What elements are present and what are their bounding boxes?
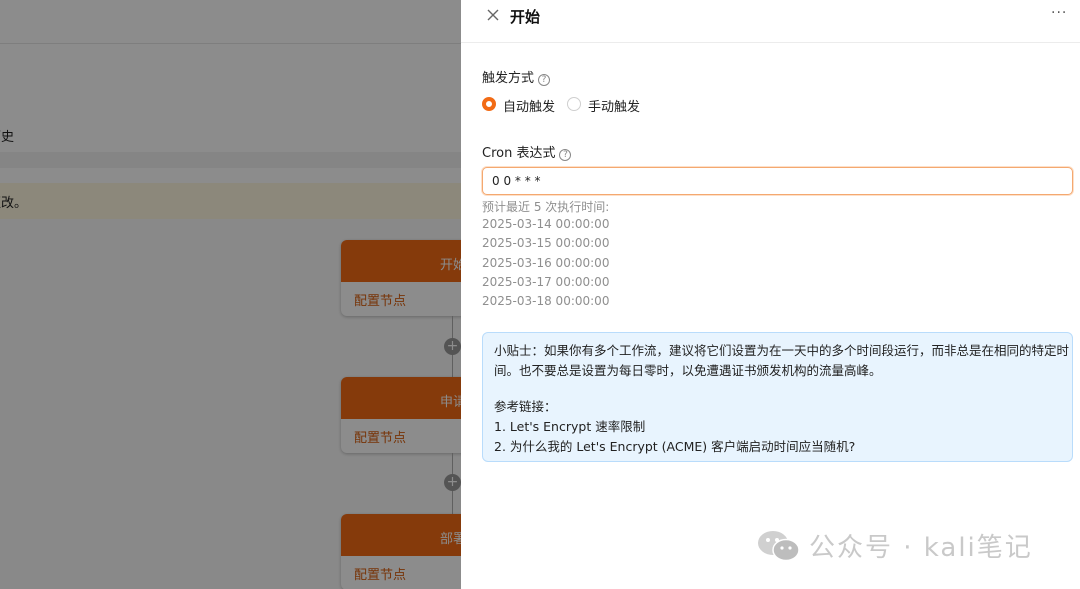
radio-dot[interactable] — [567, 97, 581, 111]
preview-time: 2025-03-14 00:00:00 — [482, 217, 610, 231]
node-config-drawer: 开始 ··· 触发方式? 自动触发 手动触发 Cron 表达式? 预计最近 5 … — [461, 0, 1080, 589]
preview-time: 2025-03-15 00:00:00 — [482, 236, 610, 250]
radio-dot-checked[interactable] — [482, 97, 496, 111]
trigger-field-label: 触发方式? — [482, 67, 551, 86]
watermark-text: 公众号 · kali笔记 — [809, 533, 1033, 563]
preview-time: 2025-03-16 00:00:00 — [482, 256, 610, 270]
cron-field-label: Cron 表达式? — [482, 142, 572, 161]
cron-expression-input[interactable] — [482, 167, 1073, 195]
preview-time: 2025-03-17 00:00:00 — [482, 275, 610, 289]
links-heading: 参考链接： — [494, 399, 557, 414]
tip-box: 小贴士：如果你有多个工作流，建议将它们设置为在一天中的多个时间段运行，而非总是在… — [482, 332, 1073, 462]
tip-text: 小贴士：如果你有多个工作流，建议将它们设置为在一天中的多个时间段运行，而非总是在… — [494, 343, 1070, 358]
link-rate-limits[interactable]: 1. Let's Encrypt 速率限制 — [494, 417, 1062, 437]
tip-text: 间。也不要总是设置为每日零时，以免遭遇证书颁发机构的流量高峰。 — [494, 363, 882, 378]
link-random-start-time[interactable]: 2. 为什么我的 Let's Encrypt (ACME) 客户端启动时间应当随… — [494, 437, 1062, 457]
drawer-mask[interactable] — [0, 0, 461, 589]
trigger-label-text: 触发方式 — [482, 71, 535, 86]
help-icon[interactable]: ? — [538, 74, 551, 86]
preview-time: 2025-03-18 00:00:00 — [482, 294, 610, 308]
more-icon[interactable]: ··· — [1051, 5, 1067, 21]
preview-heading: 预计最近 5 次执行时间: — [482, 200, 610, 214]
radio-label: 手动触发 — [588, 100, 641, 115]
wechat-logo-icon — [758, 531, 800, 562]
tip-spacer — [494, 381, 1062, 397]
cron-label-text: Cron 表达式 — [482, 146, 556, 161]
drawer-title: 开始 — [510, 8, 541, 26]
help-icon[interactable]: ? — [559, 149, 572, 161]
drawer-header: 开始 ··· — [461, 0, 1080, 43]
radio-label: 自动触发 — [503, 100, 556, 115]
close-icon[interactable] — [485, 7, 501, 23]
